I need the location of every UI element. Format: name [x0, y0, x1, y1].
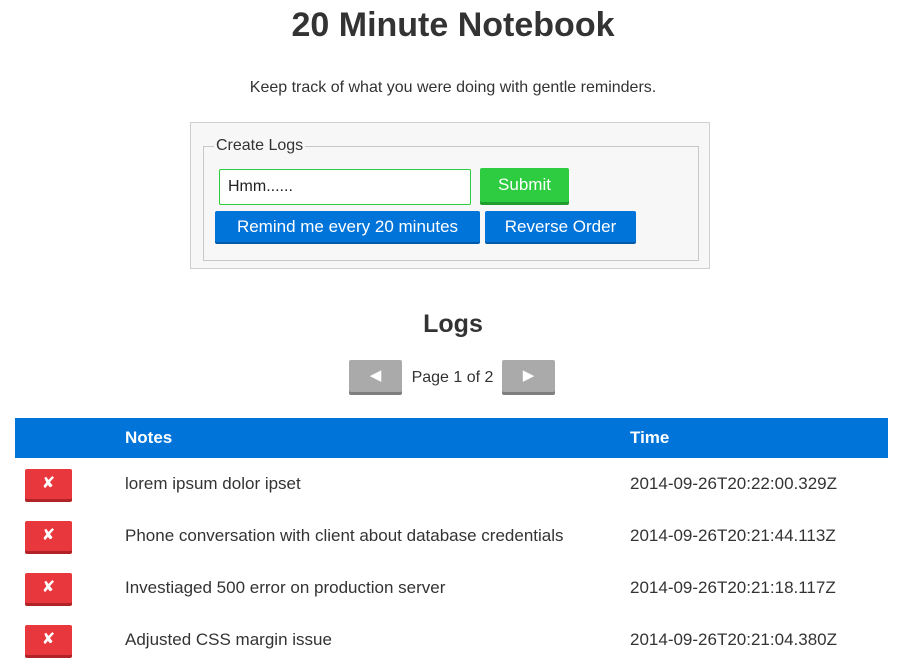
- header-delete: [15, 418, 125, 458]
- delete-log-button[interactable]: ✘: [25, 521, 72, 551]
- right-arrow-icon: ▶: [522, 367, 535, 384]
- delete-x-icon: ✘: [41, 631, 56, 648]
- log-time: 2014-09-26T20:22:00.329Z: [630, 474, 837, 493]
- log-time: 2014-09-26T20:21:44.113Z: [630, 526, 836, 545]
- log-note: Investiaged 500 error on production serv…: [125, 578, 446, 597]
- delete-x-icon: ✘: [41, 527, 56, 544]
- page-title: 20 Minute Notebook: [291, 6, 615, 44]
- left-arrow-icon: ◀: [369, 367, 382, 384]
- create-logs-panel: Create Logs Submit Remind me every 20 mi…: [190, 122, 710, 269]
- table-row: ✘ Phone conversation with client about d…: [15, 510, 888, 562]
- delete-log-button[interactable]: ✘: [25, 573, 72, 603]
- log-note: Adjusted CSS margin issue: [125, 630, 332, 649]
- delete-log-button[interactable]: ✘: [25, 625, 72, 655]
- header-time: Time: [630, 418, 888, 458]
- delete-log-button[interactable]: ✘: [25, 469, 72, 499]
- delete-x-icon: ✘: [41, 579, 56, 596]
- next-page-button[interactable]: ▶: [502, 360, 555, 392]
- remind-button[interactable]: Remind me every 20 minutes: [215, 211, 480, 242]
- table-row: ✘ Adjusted CSS margin issue 2014-09-26T2…: [15, 614, 888, 666]
- submit-button[interactable]: Submit: [480, 168, 569, 202]
- delete-x-icon: ✘: [41, 475, 56, 492]
- reverse-order-button[interactable]: Reverse Order: [485, 211, 636, 242]
- page-indicator: Page 1 of 2: [411, 369, 494, 386]
- logs-heading: Logs: [423, 310, 483, 338]
- tagline: Keep track of what you were doing with g…: [249, 79, 657, 96]
- note-input[interactable]: [219, 169, 471, 205]
- previous-page-button[interactable]: ◀: [349, 360, 402, 392]
- table-row: ✘ Investiaged 500 error on production se…: [15, 562, 888, 614]
- header-notes: Notes: [125, 418, 630, 458]
- log-time: 2014-09-26T20:21:04.380Z: [630, 630, 837, 649]
- log-time: 2014-09-26T20:21:18.117Z: [630, 578, 836, 597]
- logs-table: Notes Time ✘ lorem ipsum dolor ipset 201…: [15, 418, 888, 666]
- create-logs-legend: Create Logs: [216, 137, 304, 154]
- table-row: ✘ lorem ipsum dolor ipset 2014-09-26T20:…: [15, 458, 888, 510]
- page: 20 Minute Notebook Keep track of what yo…: [0, 0, 906, 670]
- log-note: lorem ipsum dolor ipset: [125, 474, 301, 493]
- table-header-row: Notes Time: [15, 418, 888, 458]
- pagination: ◀ Page 1 of 2 ▶: [0, 360, 906, 396]
- log-note: Phone conversation with client about dat…: [125, 526, 564, 545]
